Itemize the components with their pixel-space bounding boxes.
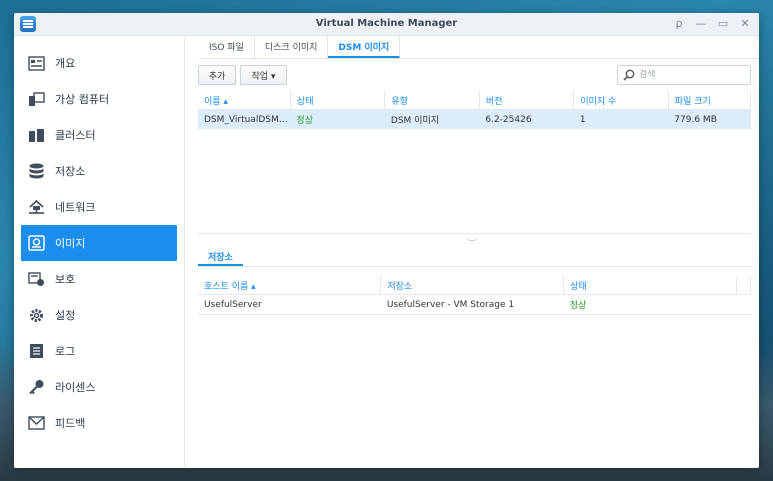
cell-spacer	[737, 295, 751, 315]
minimize-button[interactable]: —	[693, 16, 709, 32]
column-header-status[interactable]: 상태	[290, 91, 386, 110]
sidebar-item-storage[interactable]: 저장소	[21, 153, 177, 189]
sidebar-item-label: 네트워크	[55, 201, 96, 214]
search-box[interactable]	[617, 65, 751, 85]
window-title: Virtual Machine Manager	[315, 18, 458, 29]
search-input[interactable]	[639, 70, 739, 80]
gear-icon	[28, 307, 45, 324]
add-button[interactable]: 추가	[198, 65, 236, 85]
cell-file-size: 779.6 MB	[668, 109, 751, 129]
table-row[interactable]: DSM_VirtualDSM… 정상 DSM 이미지 6.2-25426 1 7…	[198, 109, 751, 129]
sidebar-item-label: 저장소	[55, 165, 86, 178]
sidebar-item-license[interactable]: 라이센스	[21, 369, 177, 405]
tab-dsm-image[interactable]: DSM 이미지	[328, 36, 401, 58]
action-button[interactable]: 작업 ▾	[240, 65, 287, 85]
pin-button[interactable]: ⍴	[671, 16, 687, 32]
cell-host-name: UsefulServer	[204, 299, 262, 310]
sidebar-item-label: 가상 컴퓨터	[55, 93, 110, 106]
column-header-spacer	[736, 276, 751, 295]
storage-icon	[28, 163, 45, 180]
cell-version: 6.2-25426	[479, 109, 574, 129]
network-icon	[28, 199, 45, 216]
sidebar-item-label: 피드백	[55, 417, 86, 430]
image-icon	[28, 235, 45, 252]
sidebar-item-label: 클러스터	[55, 129, 96, 142]
cell-status: 정상	[569, 301, 587, 311]
cell-name: DSM_VirtualDSM…	[198, 109, 291, 129]
toolbar: 추가 작업 ▾	[198, 65, 751, 85]
cell-storage: UsefulServer - VM Storage 1	[386, 299, 515, 310]
images-table: 이름 ▴ 상태 유형 버전 이미지 수 파일 크기 DSM_VirtualDSM…	[198, 91, 752, 129]
cell-image-count: 1	[573, 109, 669, 129]
sidebar-item-settings[interactable]: 설정	[21, 297, 177, 333]
sidebar-item-feedback[interactable]: 피드백	[21, 405, 177, 441]
sidebar-item-label: 보호	[55, 273, 76, 286]
app-window: Virtual Machine Manager ⍴ — ▭ ✕ 개요 가상 컴퓨…	[14, 13, 759, 468]
log-icon	[28, 343, 45, 360]
title-bar: Virtual Machine Manager ⍴ — ▭ ✕	[14, 13, 759, 36]
cell-type: DSM 이미지	[384, 109, 480, 129]
sidebar-item-image[interactable]: 이미지	[21, 225, 177, 261]
close-button[interactable]: ✕	[737, 16, 753, 32]
sidebar-item-label: 개요	[55, 57, 76, 70]
column-header-host-name[interactable]: 호스트 이름 ▴	[198, 276, 382, 295]
cluster-icon	[28, 127, 45, 144]
column-header-storage[interactable]: 저장소	[380, 276, 565, 295]
overview-icon	[28, 55, 45, 72]
tab-disk-image[interactable]: 디스크 이미지	[255, 36, 329, 58]
sidebar-item-label: 로그	[55, 345, 76, 358]
column-header-version[interactable]: 버전	[479, 91, 575, 110]
maximize-button[interactable]: ▭	[715, 16, 731, 32]
key-icon	[28, 379, 45, 396]
cell-status: 정상	[290, 109, 385, 129]
tab-storage[interactable]: 저장소	[198, 246, 243, 266]
sidebar-item-virtual-machine[interactable]: 가상 컴퓨터	[21, 81, 177, 117]
splitter-grip[interactable]	[466, 236, 478, 241]
mail-icon	[28, 415, 45, 432]
table-header-row: 호스트 이름 ▴ 저장소 상태	[198, 276, 751, 295]
column-header-file-size[interactable]: 파일 크기	[668, 91, 752, 110]
storage-table: 호스트 이름 ▴ 저장소 상태 UsefulServer UsefulServe…	[198, 276, 751, 315]
column-header-image-count[interactable]: 이미지 수	[573, 91, 669, 110]
sidebar: 개요 가상 컴퓨터 클러스터 저장소 네트워크 이미지 보호 설정 로그 라이센…	[14, 36, 185, 468]
protection-icon	[28, 271, 45, 288]
sidebar-item-network[interactable]: 네트워크	[21, 189, 177, 225]
table-row[interactable]: UsefulServer UsefulServer - VM Storage 1…	[198, 295, 751, 315]
sub-tab-bar: 저장소	[198, 246, 751, 267]
sidebar-item-overview[interactable]: 개요	[21, 45, 177, 81]
virtual-machine-icon	[28, 91, 45, 108]
column-header-type[interactable]: 유형	[384, 91, 480, 110]
search-icon	[623, 69, 635, 81]
tab-iso-file[interactable]: ISO 파일	[199, 36, 255, 58]
table-header-row: 이름 ▴ 상태 유형 버전 이미지 수 파일 크기	[198, 91, 752, 110]
tab-bar: ISO 파일 디스크 이미지 DSM 이미지	[199, 36, 759, 59]
column-header-name[interactable]: 이름 ▴	[198, 91, 291, 110]
sidebar-item-log[interactable]: 로그	[21, 333, 177, 369]
main-panel: ISO 파일 디스크 이미지 DSM 이미지 추가 작업 ▾ 이름 ▴ 상태 유…	[185, 36, 759, 468]
sidebar-item-label: 설정	[55, 309, 76, 322]
column-header-status[interactable]: 상태	[563, 276, 737, 295]
sidebar-item-protection[interactable]: 보호	[21, 261, 177, 297]
sidebar-item-label: 라이센스	[55, 381, 96, 394]
panel-splitter[interactable]	[198, 233, 751, 234]
sidebar-item-label: 이미지	[55, 237, 86, 250]
sidebar-item-cluster[interactable]: 클러스터	[21, 117, 177, 153]
